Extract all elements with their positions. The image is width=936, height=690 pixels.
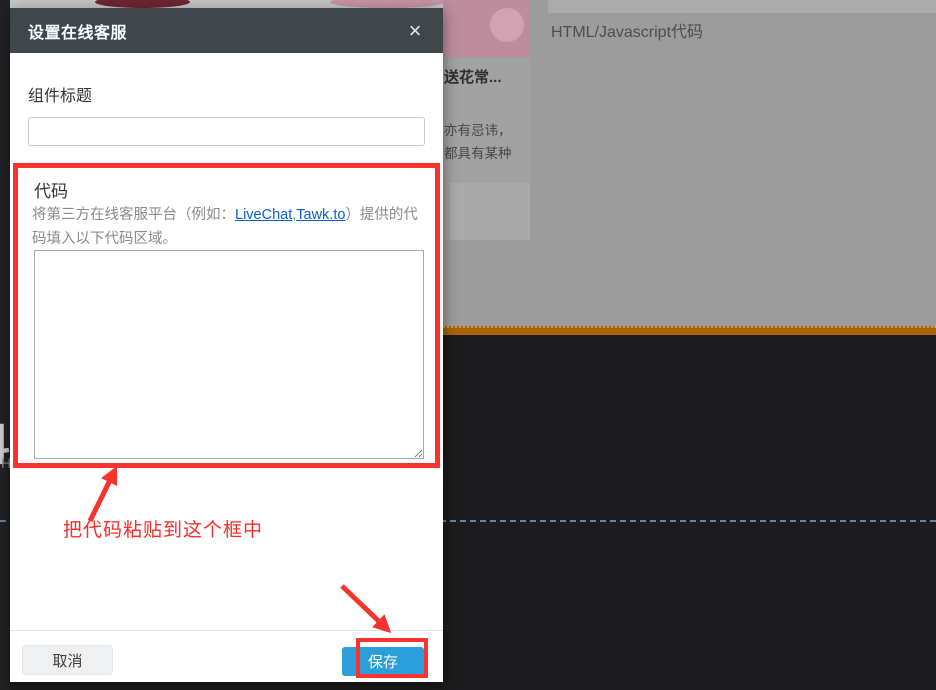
component-title-input[interactable]	[28, 117, 425, 146]
code-description: 将第三方在线客服平台（例如：LiveChat,Tawk.to）提供的代码填入以下…	[32, 203, 426, 251]
tawkto-link[interactable]: Tawk.to	[296, 207, 345, 223]
online-service-dialog: 设置在线客服 × 组件标题 代码 将第三方在线客服平台（例如：LiveChat,…	[10, 8, 443, 682]
news-card-text: 亦有忌讳，	[444, 119, 512, 139]
news-card-image	[443, 0, 530, 57]
code-section-highlight: 代码 将第三方在线客服平台（例如：LiveChat,Tawk.to）提供的代码填…	[13, 163, 440, 468]
dialog-header: 设置在线客服 ×	[10, 8, 443, 53]
html-widget-label: HTML/Javascript代码	[551, 18, 703, 42]
news-card-text: 都具有某种	[444, 142, 512, 162]
page-left-edge: 科 H	[0, 0, 10, 690]
code-desc-prefix: 将第三方在线客服平台（例如：	[32, 207, 235, 223]
news-card-footer-block	[450, 183, 530, 240]
save-button[interactable]: 保存	[342, 647, 424, 676]
close-icon[interactable]: ×	[401, 17, 429, 45]
dialog-title: 设置在线客服	[28, 19, 127, 43]
footer-tagline-fragment: H	[1, 455, 10, 471]
cancel-button[interactable]: 取消	[22, 645, 113, 675]
flower-image-red	[95, 0, 190, 8]
flower-image-pink	[330, 0, 443, 8]
component-title-label: 组件标题	[28, 82, 92, 106]
paste-hint-text: 把代码粘贴到这个框中	[63, 515, 263, 542]
news-card: 送花常... 亦有忌讳， 都具有某种	[443, 0, 530, 240]
code-textarea[interactable]	[34, 250, 424, 459]
save-hint-arrow	[328, 576, 412, 648]
widget-input-edge	[548, 0, 936, 13]
code-label: 代码	[34, 177, 68, 202]
screen: 送花常... 亦有忌讳， 都具有某种 HTML/Javascript代码 qq.…	[0, 0, 936, 690]
news-card-title: 送花常...	[444, 66, 530, 87]
livechat-link[interactable]: LiveChat	[235, 207, 292, 223]
page-top-sliver	[10, 0, 443, 8]
